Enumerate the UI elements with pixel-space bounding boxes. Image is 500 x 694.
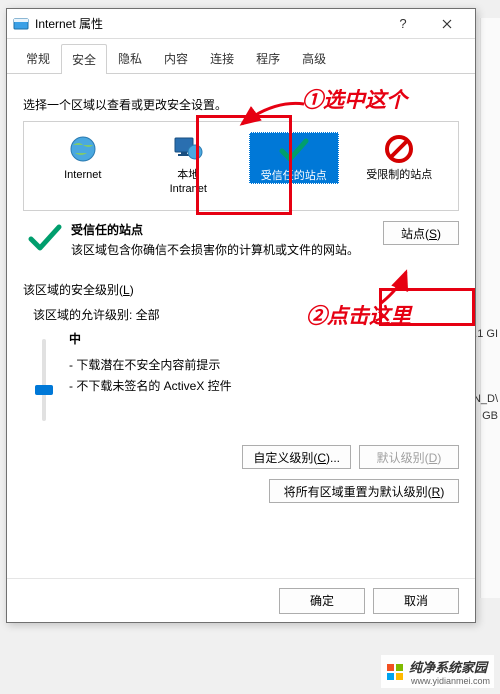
security-level-slider[interactable]: [42, 339, 46, 421]
zone-select-label: 选择一个区域以查看或更改安全设置。: [23, 96, 459, 113]
zone-local-intranet[interactable]: 本地 Intranet: [143, 132, 233, 197]
ok-button[interactable]: 确定: [279, 588, 365, 614]
cancel-button[interactable]: 取消: [373, 588, 459, 614]
zone-trusted-sites[interactable]: 受信任的站点: [249, 132, 339, 184]
tab-privacy[interactable]: 隐私: [107, 43, 153, 73]
monitor-globe-icon: [170, 134, 206, 164]
tab-general[interactable]: 常规: [15, 43, 61, 73]
zone-label: 本地 Intranet: [143, 168, 233, 197]
zone-description-row: 受信任的站点 该区域包含你确信不会损害你的计算机或文件的网站。 站点(S): [23, 221, 459, 259]
zone-internet[interactable]: Internet: [38, 132, 128, 182]
default-level-button[interactable]: 默认级别(D): [359, 445, 459, 469]
watermark: 纯净系统家园 www.yidianmei.com: [381, 655, 494, 688]
zone-label: 受信任的站点: [250, 169, 338, 183]
zone-list: Internet 本地 Intranet 受信任的站点: [23, 121, 459, 211]
internet-options-icon: [13, 16, 29, 32]
tab-programs[interactable]: 程序: [245, 43, 291, 73]
tab-security[interactable]: 安全: [61, 44, 107, 74]
background-window-strip: [480, 18, 500, 598]
checkmark-large-icon: [27, 221, 63, 258]
zone-label: Internet: [38, 168, 128, 182]
watermark-brand: 纯净系统家园: [409, 657, 490, 676]
tab-bar: 常规 安全 隐私 内容 连接 程序 高级: [7, 39, 475, 74]
zone-label: 受限制的站点: [354, 168, 444, 182]
tab-content-panel: 选择一个区域以查看或更改安全设置。 Internet 本地 Intranet: [7, 74, 475, 578]
dialog-footer: 确定 取消: [7, 578, 475, 622]
tab-content[interactable]: 内容: [153, 43, 199, 73]
tab-advanced[interactable]: 高级: [291, 43, 337, 73]
slider-thumb[interactable]: [35, 385, 53, 395]
window-title: Internet 属性: [35, 15, 381, 32]
zone-desc-title: 受信任的站点: [71, 221, 375, 239]
watermark-logo-icon: [385, 662, 405, 682]
zone-desc-body: 该区域包含你确信不会损害你的计算机或文件的网站。: [71, 241, 375, 259]
reset-all-button[interactable]: 将所有区域重置为默认级别(R): [269, 479, 459, 503]
bg-fragment: .1 GI: [474, 328, 498, 340]
tab-connections[interactable]: 连接: [199, 43, 245, 73]
close-button[interactable]: [425, 10, 469, 38]
zone-restricted-sites[interactable]: 受限制的站点: [354, 132, 444, 182]
sec-bullet: - 下载潜在不安全内容前提示: [69, 355, 232, 377]
sec-level-value: 中: [69, 329, 232, 351]
watermark-url: www.yidianmei.com: [411, 676, 490, 686]
internet-properties-dialog: Internet 属性 ? 常规 安全 隐私 内容 连接 程序 高级 选择一个区…: [6, 8, 476, 623]
no-entry-icon: [381, 134, 417, 164]
sec-bullet: - 不下载未签名的 ActiveX 控件: [69, 376, 232, 398]
sites-button[interactable]: 站点(S): [383, 221, 459, 245]
titlebar: Internet 属性 ?: [7, 9, 475, 39]
help-button[interactable]: ?: [381, 10, 425, 38]
sec-level-heading: 该区域的安全级别(L): [23, 281, 459, 298]
zone-description: 受信任的站点 该区域包含你确信不会损害你的计算机或文件的网站。: [71, 221, 383, 259]
checkmark-icon: [276, 135, 312, 165]
custom-level-button[interactable]: 自定义级别(C)...: [242, 445, 351, 469]
sec-allow-levels: 该区域的允许级别: 全部: [33, 306, 459, 323]
globe-icon: [65, 134, 101, 164]
bg-fragment: GB: [482, 410, 498, 422]
bg-fragment: N_D\: [473, 393, 498, 405]
security-level-section: 该区域的安全级别(L) 该区域的允许级别: 全部 中 - 下载潜在不安全内容前提…: [23, 281, 459, 503]
